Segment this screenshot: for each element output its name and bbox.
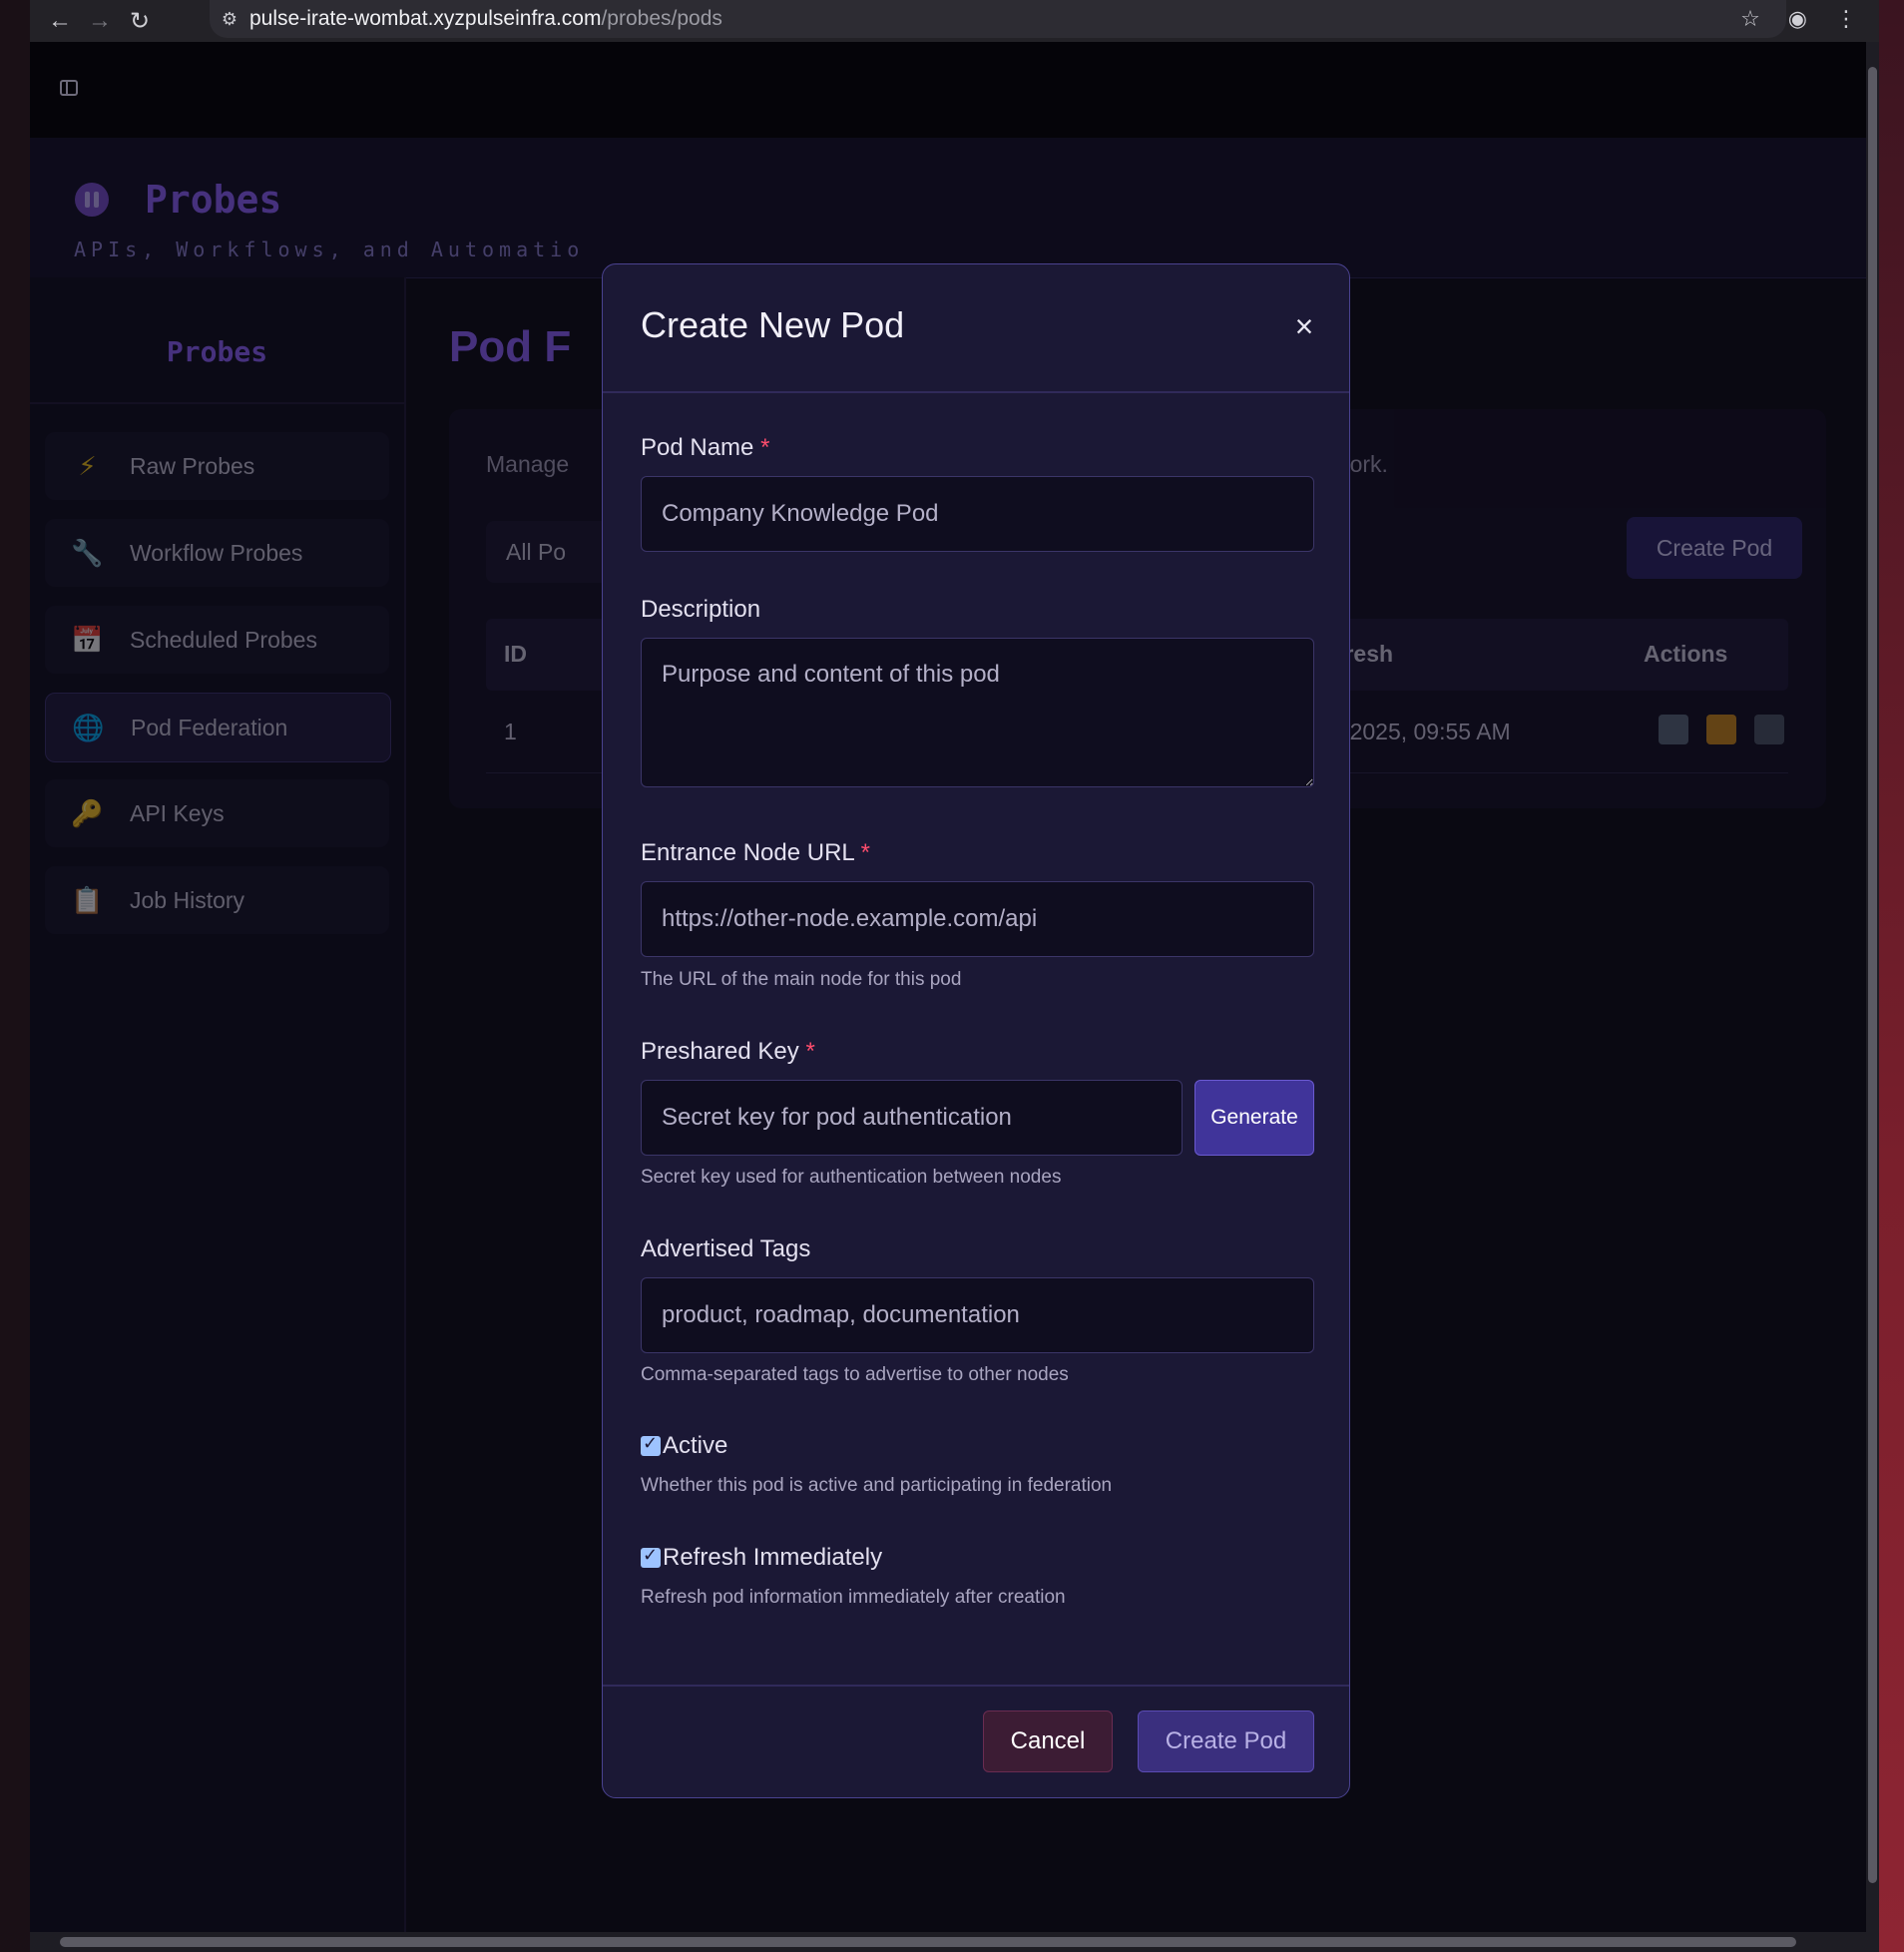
sidebar-item-label: Scheduled Probes bbox=[130, 626, 317, 653]
create-pod-modal: Create New Pod × Pod Name * Description … bbox=[602, 263, 1350, 1798]
pod-name-input[interactable] bbox=[641, 476, 1314, 552]
menu-dots-icon[interactable]: ⋮ bbox=[1835, 6, 1857, 32]
sidebar-item-job-history[interactable]: 📋 Job History bbox=[45, 866, 389, 934]
back-arrow-icon[interactable]: ← bbox=[40, 3, 80, 39]
site-settings-icon[interactable]: ⚙ bbox=[210, 9, 249, 30]
forward-arrow-icon[interactable]: → bbox=[80, 3, 120, 39]
row-last-refresh: 5, 2025, 09:55 AM bbox=[1324, 719, 1511, 744]
required-mark: * bbox=[860, 839, 870, 866]
app-root: Probes APIs, Workflows, and Automatio Pr… bbox=[30, 42, 1866, 1932]
preshared-key-label: Preshared Key * bbox=[641, 1038, 815, 1065]
entrance-url-input[interactable] bbox=[641, 881, 1314, 957]
active-checkbox-label: Active bbox=[663, 1432, 728, 1459]
generate-key-button[interactable]: Generate bbox=[1194, 1080, 1314, 1156]
sidebar-item-pod-federation[interactable]: 🌐 Pod Federation bbox=[45, 693, 391, 762]
column-header-actions: Actions bbox=[1644, 641, 1728, 667]
horizontal-scrollbar[interactable] bbox=[30, 1932, 1879, 1952]
toolbar-right: ☆ ◉ ⋮ bbox=[1740, 0, 1879, 38]
calendar-icon: 📅 bbox=[71, 624, 104, 655]
modal-footer-divider bbox=[603, 1685, 1349, 1687]
refresh-checkbox-row[interactable]: Refresh Immediately bbox=[641, 1544, 882, 1572]
preshared-key-input[interactable] bbox=[641, 1080, 1183, 1156]
preshared-key-hint: Secret key used for authentication betwe… bbox=[641, 1167, 1062, 1188]
app-header: Probes APIs, Workflows, and Automatio bbox=[30, 138, 1866, 278]
sidebar-item-raw-probes[interactable]: ⚡ Raw Probes bbox=[45, 432, 389, 500]
desktop-left-edge bbox=[0, 0, 30, 1952]
browser-window: ← → ↻ ⚙ pulse-irate-wombat.xyzpulseinfra… bbox=[30, 0, 1879, 1952]
globe-icon: 🌐 bbox=[72, 712, 105, 742]
required-mark: * bbox=[805, 1038, 815, 1065]
close-icon[interactable]: × bbox=[1289, 310, 1319, 342]
wrench-icon: 🔧 bbox=[71, 537, 104, 568]
modal-header: Create New Pod × bbox=[603, 264, 1349, 393]
app-subtitle: APIs, Workflows, and Automatio bbox=[74, 238, 585, 261]
page-title: Pod F bbox=[449, 322, 572, 371]
pause-logo-icon bbox=[75, 183, 109, 217]
vertical-scrollbar[interactable] bbox=[1866, 42, 1879, 1932]
column-header-id: ID bbox=[504, 641, 527, 667]
row-id: 1 bbox=[504, 719, 517, 744]
modal-title: Create New Pod bbox=[641, 304, 905, 345]
sidebar-item-scheduled-probes[interactable]: 📅 Scheduled Probes bbox=[45, 606, 389, 674]
advertised-tags-label: Advertised Tags bbox=[641, 1235, 811, 1262]
required-mark: * bbox=[760, 434, 770, 461]
lightning-icon: ⚡ bbox=[78, 450, 97, 481]
filter-label: All Po bbox=[506, 538, 567, 565]
active-checkbox[interactable] bbox=[641, 1433, 661, 1456]
sidebar-item-label: API Keys bbox=[130, 799, 225, 826]
active-checkbox-row[interactable]: Active bbox=[641, 1432, 727, 1460]
sidebar-divider bbox=[30, 402, 404, 404]
cancel-button[interactable]: Cancel bbox=[983, 1710, 1113, 1772]
sidebar-item-label: Job History bbox=[130, 886, 245, 913]
advertised-tags-input[interactable] bbox=[641, 1277, 1314, 1353]
refresh-hint: Refresh pod information immediately afte… bbox=[641, 1587, 1066, 1608]
description-label: Description bbox=[641, 596, 761, 623]
browser-toolbar: ← → ↻ ⚙ pulse-irate-wombat.xyzpulseinfra… bbox=[30, 0, 1879, 42]
refresh-immediately-checkbox[interactable] bbox=[641, 1545, 661, 1568]
entrance-url-hint: The URL of the main node for this pod bbox=[641, 969, 962, 990]
active-hint: Whether this pod is active and participa… bbox=[641, 1475, 1113, 1496]
app-topbar bbox=[30, 42, 1866, 138]
sidebar-item-workflow-probes[interactable]: 🔧 Workflow Probes bbox=[45, 519, 389, 587]
sidebar-item-api-keys[interactable]: 🔑 API Keys bbox=[45, 779, 389, 847]
address-bar[interactable]: ⚙ pulse-irate-wombat.xyzpulseinfra.com/p… bbox=[210, 0, 1786, 38]
card-description-start: Manage bbox=[486, 451, 570, 477]
sidebar-title: Probes bbox=[166, 335, 268, 368]
clipboard-icon: 📋 bbox=[71, 884, 104, 915]
key-icon: 🔑 bbox=[71, 797, 104, 828]
bookmark-star-icon[interactable]: ☆ bbox=[1740, 6, 1760, 32]
refresh-action-icon[interactable] bbox=[1659, 715, 1688, 744]
pod-name-label: Pod Name * bbox=[641, 434, 770, 461]
reload-icon[interactable]: ↻ bbox=[120, 3, 160, 39]
url-host: pulse-irate-wombat.xyzpulseinfra.com bbox=[249, 7, 602, 30]
sidebar-item-label: Workflow Probes bbox=[130, 539, 303, 566]
url-path: /probes/pods bbox=[601, 7, 722, 30]
vertical-scroll-thumb[interactable] bbox=[1868, 67, 1877, 1883]
sidebar-item-label: Raw Probes bbox=[130, 452, 255, 479]
trash-action-icon[interactable] bbox=[1754, 715, 1784, 744]
desktop-right-edge bbox=[1879, 0, 1904, 1952]
app-title: Probes bbox=[145, 178, 282, 222]
sidebar-item-label: Pod Federation bbox=[131, 714, 288, 740]
entrance-url-label: Entrance Node URL * bbox=[641, 839, 870, 866]
sidebar: Probes ⚡ Raw Probes 🔧 Workflow Probes 📅 … bbox=[30, 277, 406, 1932]
horizontal-scroll-thumb[interactable] bbox=[60, 1937, 1796, 1947]
advertised-tags-hint: Comma-separated tags to advertise to oth… bbox=[641, 1364, 1069, 1385]
create-pod-button[interactable]: Create Pod bbox=[1627, 517, 1802, 579]
refresh-immediately-label: Refresh Immediately bbox=[663, 1544, 883, 1571]
profile-icon[interactable]: ◉ bbox=[1788, 6, 1807, 32]
sidebar-toggle-icon[interactable] bbox=[60, 80, 78, 96]
submit-create-pod-button[interactable]: Create Pod bbox=[1138, 1710, 1314, 1772]
description-textarea[interactable] bbox=[641, 638, 1314, 787]
pause-action-icon[interactable] bbox=[1706, 715, 1736, 744]
